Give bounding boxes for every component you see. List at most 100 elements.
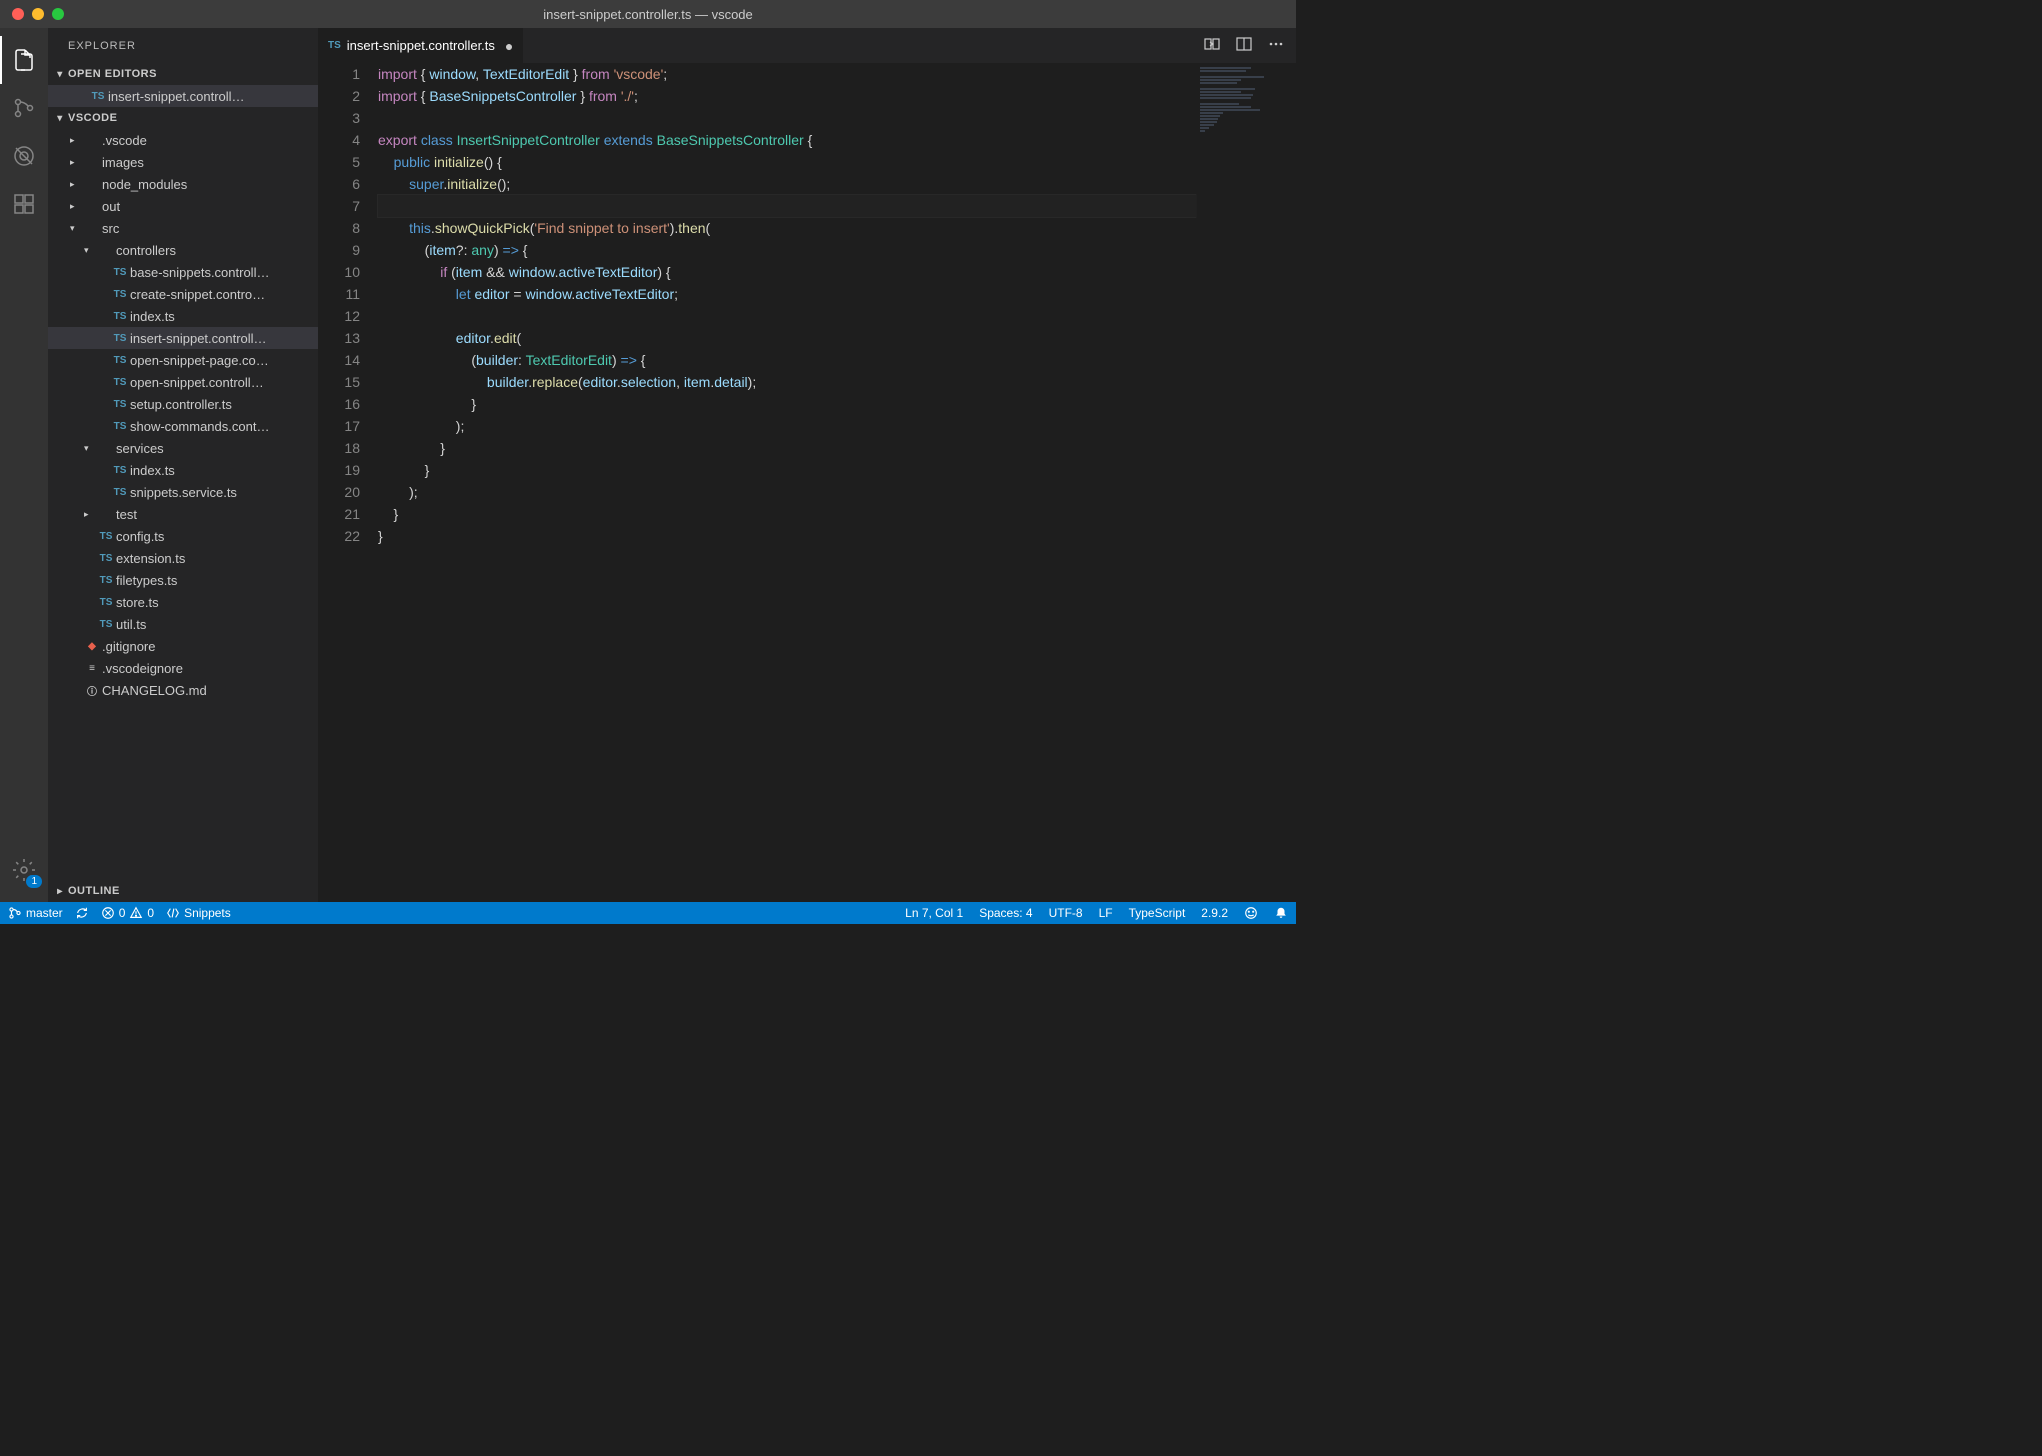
item-label: util.ts bbox=[116, 617, 146, 632]
file-item[interactable]: TSopen-snippet-page.co… bbox=[48, 349, 318, 371]
file-item[interactable]: TScreate-snippet.contro… bbox=[48, 283, 318, 305]
code-line[interactable]: ); bbox=[378, 481, 1196, 503]
chevron-right-icon: ▸ bbox=[70, 201, 82, 212]
split-editor-icon[interactable] bbox=[1236, 36, 1252, 55]
code-line[interactable]: export class InsertSnippetController ext… bbox=[378, 129, 1196, 151]
settings-icon[interactable]: 1 bbox=[0, 846, 48, 894]
line-number: 13 bbox=[318, 327, 360, 349]
folder-item[interactable]: ▸images bbox=[48, 151, 318, 173]
code-line[interactable] bbox=[378, 305, 1196, 327]
code-line[interactable] bbox=[378, 195, 1196, 217]
feedback-icon[interactable] bbox=[1244, 906, 1258, 920]
file-item[interactable]: TSbase-snippets.controll… bbox=[48, 261, 318, 283]
chevron-right-icon: ▸ bbox=[70, 179, 82, 190]
folder-item[interactable]: ▸out bbox=[48, 195, 318, 217]
code-line[interactable]: (builder: TextEditorEdit) => { bbox=[378, 349, 1196, 371]
code-line[interactable] bbox=[378, 107, 1196, 129]
activity-bar: 1 bbox=[0, 28, 48, 902]
git-branch[interactable]: master bbox=[8, 906, 63, 920]
open-editors-header[interactable]: ▾ OPEN EDITORS bbox=[48, 63, 318, 85]
file-item[interactable]: TSopen-snippet.controll… bbox=[48, 371, 318, 393]
file-item[interactable]: TSindex.ts bbox=[48, 305, 318, 327]
notifications-icon[interactable] bbox=[1274, 906, 1288, 920]
outline-header[interactable]: ▸ OUTLINE bbox=[48, 880, 318, 902]
file-item[interactable]: TSshow-commands.cont… bbox=[48, 415, 318, 437]
file-item[interactable]: ⓘCHANGELOG.md bbox=[48, 679, 318, 701]
indentation[interactable]: Spaces: 4 bbox=[979, 906, 1032, 920]
chevron-right-icon: ▸ bbox=[84, 509, 96, 520]
cursor-position[interactable]: Ln 7, Col 1 bbox=[905, 906, 963, 920]
folder-item[interactable]: ▾controllers bbox=[48, 239, 318, 261]
lines-icon: ≡ bbox=[82, 663, 102, 674]
line-number: 18 bbox=[318, 437, 360, 459]
file-item[interactable]: TSextension.ts bbox=[48, 547, 318, 569]
sync-button[interactable] bbox=[75, 906, 89, 920]
snippets-status[interactable]: Snippets bbox=[166, 906, 231, 920]
typescript-icon: TS bbox=[110, 399, 130, 410]
item-label: create-snippet.contro… bbox=[130, 287, 265, 302]
compare-icon[interactable] bbox=[1204, 36, 1220, 55]
code-line[interactable]: } bbox=[378, 525, 1196, 547]
typescript-icon: TS bbox=[110, 465, 130, 476]
status-bar: master 0 0 Snippets Ln 7, Col 1 Spaces: … bbox=[0, 902, 1296, 924]
close-icon[interactable]: ● bbox=[505, 38, 513, 54]
folder-item[interactable]: ▸.vscode bbox=[48, 129, 318, 151]
folder-item[interactable]: ▸node_modules bbox=[48, 173, 318, 195]
chevron-down-icon: ▾ bbox=[52, 113, 68, 124]
scm-icon[interactable] bbox=[0, 84, 48, 132]
code-line[interactable]: } bbox=[378, 459, 1196, 481]
typescript-version[interactable]: 2.9.2 bbox=[1201, 906, 1228, 920]
eol[interactable]: LF bbox=[1099, 906, 1113, 920]
file-item[interactable]: TSsnippets.service.ts bbox=[48, 481, 318, 503]
code-line[interactable]: import { BaseSnippetsController } from '… bbox=[378, 85, 1196, 107]
code-line[interactable]: editor.edit( bbox=[378, 327, 1196, 349]
encoding[interactable]: UTF-8 bbox=[1049, 906, 1083, 920]
code-line[interactable]: } bbox=[378, 437, 1196, 459]
code-line[interactable]: this.showQuickPick('Find snippet to inse… bbox=[378, 217, 1196, 239]
file-item[interactable]: TSindex.ts bbox=[48, 459, 318, 481]
folder-item[interactable]: ▾services bbox=[48, 437, 318, 459]
code-content[interactable]: import { window, TextEditorEdit } from '… bbox=[378, 63, 1196, 902]
code-line[interactable]: (item?: any) => { bbox=[378, 239, 1196, 261]
item-label: base-snippets.controll… bbox=[130, 265, 269, 280]
code-line[interactable]: if (item && window.activeTextEditor) { bbox=[378, 261, 1196, 283]
chevron-right-icon: ▸ bbox=[70, 135, 82, 146]
file-item[interactable]: TSstore.ts bbox=[48, 591, 318, 613]
code-line[interactable]: public initialize() { bbox=[378, 151, 1196, 173]
explorer-icon[interactable] bbox=[0, 36, 48, 84]
open-editor-item[interactable]: TS insert-snippet.controll… bbox=[48, 85, 318, 107]
code-line[interactable]: } bbox=[378, 503, 1196, 525]
file-item[interactable]: TSinsert-snippet.controll… bbox=[48, 327, 318, 349]
extensions-icon[interactable] bbox=[0, 180, 48, 228]
file-item[interactable]: TSsetup.controller.ts bbox=[48, 393, 318, 415]
code-line[interactable]: ); bbox=[378, 415, 1196, 437]
close-window-button[interactable] bbox=[12, 8, 24, 20]
file-item[interactable]: ◆.gitignore bbox=[48, 635, 318, 657]
code-line[interactable]: import { window, TextEditorEdit } from '… bbox=[378, 63, 1196, 85]
tab-active[interactable]: TS insert-snippet.controller.ts ● bbox=[318, 28, 524, 63]
folder-item[interactable]: ▸test bbox=[48, 503, 318, 525]
workspace-header[interactable]: ▾ VSCODE bbox=[48, 107, 318, 129]
problems[interactable]: 0 0 bbox=[101, 906, 154, 920]
file-item[interactable]: TSconfig.ts bbox=[48, 525, 318, 547]
line-gutter: 12345678910111213141516171819202122 bbox=[318, 63, 378, 902]
file-label: insert-snippet.controll… bbox=[108, 89, 245, 104]
file-item[interactable]: TSutil.ts bbox=[48, 613, 318, 635]
file-item[interactable]: ≡.vscodeignore bbox=[48, 657, 318, 679]
file-item[interactable]: TSfiletypes.ts bbox=[48, 569, 318, 591]
maximize-window-button[interactable] bbox=[52, 8, 64, 20]
code-line[interactable]: builder.replace(editor.selection, item.d… bbox=[378, 371, 1196, 393]
minimize-window-button[interactable] bbox=[32, 8, 44, 20]
more-icon[interactable] bbox=[1268, 36, 1284, 55]
folder-item[interactable]: ▾src bbox=[48, 217, 318, 239]
section-label: OPEN EDITORS bbox=[68, 68, 157, 80]
line-number: 9 bbox=[318, 239, 360, 261]
minimap[interactable] bbox=[1196, 63, 1296, 902]
debug-icon[interactable] bbox=[0, 132, 48, 180]
code-line[interactable]: super.initialize(); bbox=[378, 173, 1196, 195]
language-mode[interactable]: TypeScript bbox=[1129, 906, 1186, 920]
code-line[interactable]: let editor = window.activeTextEditor; bbox=[378, 283, 1196, 305]
code-line[interactable]: } bbox=[378, 393, 1196, 415]
item-label: snippets.service.ts bbox=[130, 485, 237, 500]
editor-body[interactable]: 12345678910111213141516171819202122 impo… bbox=[318, 63, 1296, 902]
